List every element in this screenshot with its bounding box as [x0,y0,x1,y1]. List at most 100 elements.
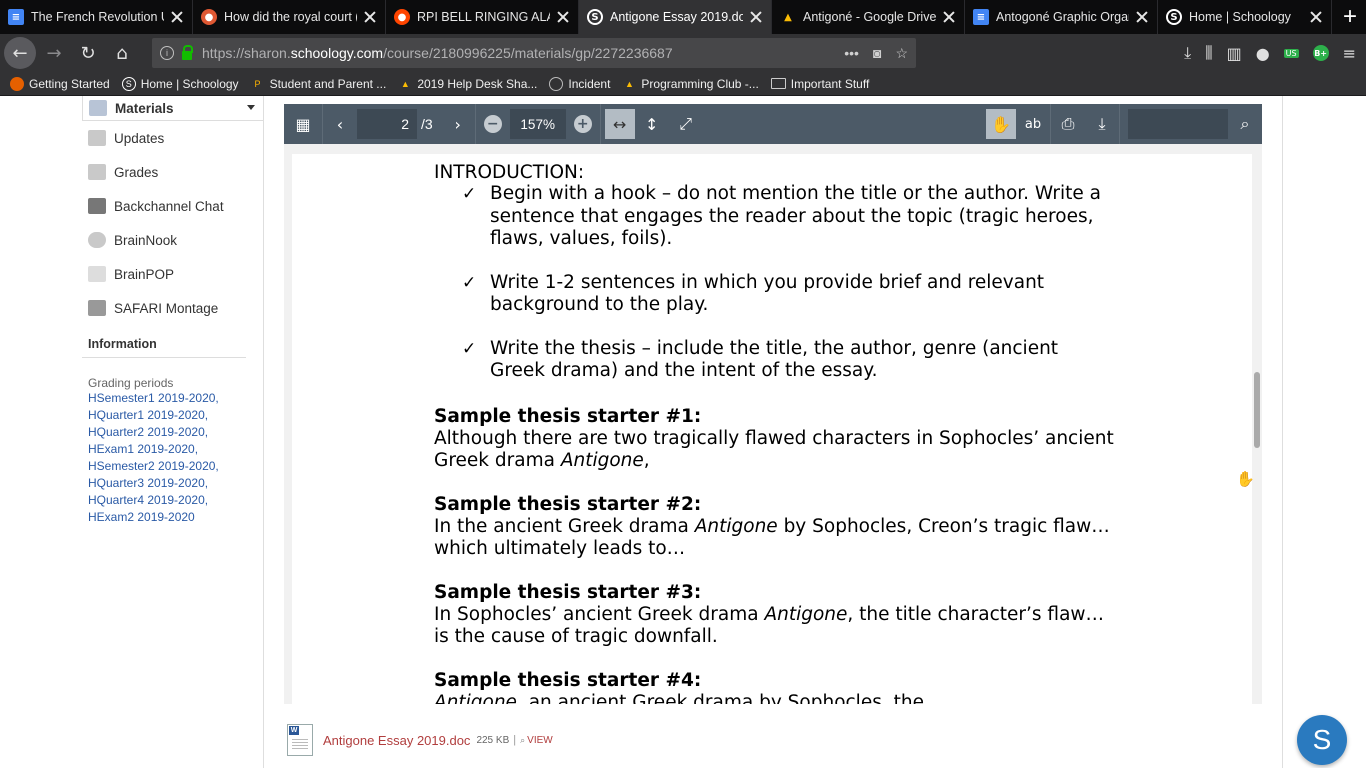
new-tab-button[interactable]: + [1334,0,1366,34]
browser-tab-active[interactable]: S Antigone Essay 2019.doc [579,0,772,34]
close-icon[interactable] [170,10,184,24]
checklist-item: ✓ Write 1-2 sentences in which you provid… [462,272,1112,317]
tab-title: Antigone Essay 2019.doc [610,10,743,24]
grading-period[interactable]: HSemester2 2019-2020, [88,458,264,475]
zoom-out-button[interactable]: − [483,115,502,133]
browser-tab[interactable]: ● RPI BELL RINGING ALAR [386,0,579,34]
fit-page-button[interactable]: ↕ [635,107,669,141]
url-actions: ••• ◙ ☆ [844,45,908,62]
document-search-input[interactable] [1128,109,1228,139]
hamburger-menu-icon[interactable]: ≡ [1343,44,1356,63]
reload-button[interactable]: ↻ [72,37,104,69]
tab-title: Home | Schoology [1189,10,1291,24]
grading-period[interactable]: HExam1 2019-2020, [88,441,264,458]
bookmark-item[interactable]: ▲ 2019 Help Desk Sha... [398,77,538,91]
library-icon[interactable]: ⫼ [1205,43,1212,63]
account-icon[interactable]: ● [1256,44,1270,63]
bookmark-folder[interactable]: Important Stuff [770,77,869,91]
site-info-icon[interactable]: i [160,46,174,60]
sidebar-item-brainnook[interactable]: BrainNook [82,223,264,257]
close-icon[interactable] [1135,10,1149,24]
grading-period[interactable]: HQuarter1 2019-2020, [88,407,264,424]
bookmark-item[interactable]: P Student and Parent ... [251,77,387,91]
addon-badge[interactable]: US [1283,48,1299,58]
fullscreen-button[interactable]: ⤢ [669,107,703,141]
duckduckgo-icon: ● [201,9,217,25]
parent-portal-icon: P [254,78,261,89]
document-viewport[interactable]: INTRODUCTION: ✓ Begin with a hook – do no… [284,144,1262,704]
checklist-text: Write the thesis – include the title, th… [490,337,1059,382]
home-icon: ⌂ [116,42,128,64]
sidebar-toggle-icon[interactable]: ▥ [1227,44,1242,63]
close-icon[interactable] [556,10,570,24]
bookmark-item[interactable]: ▲ Programming Club -... [622,77,759,91]
page-number-input[interactable]: 2 [357,109,417,139]
divider [1282,96,1283,768]
vertical-scrollbar[interactable] [1254,372,1260,448]
schoology-help-button[interactable]: S [1297,715,1347,765]
navigation-bar: ← → ↻ ⌂ i https://sharon. schoology.com/c… [0,34,1366,72]
thumbnails-button[interactable]: ▦ [284,107,322,141]
back-button[interactable]: ← [4,37,36,69]
browser-tab[interactable]: ≡ The French Revolution U [0,0,193,34]
chevron-right-icon: › [454,114,461,134]
section-heading: INTRODUCTION: [434,162,585,183]
fit-width-button[interactable]: ↔ [604,109,635,139]
bookmark-star-icon[interactable]: ☆ [895,45,908,62]
page-actions-menu[interactable]: ••• [844,45,859,62]
bookmark-item[interactable]: Getting Started [10,76,110,91]
next-page-button[interactable]: › [441,107,475,141]
print-button[interactable]: ⎙ [1051,107,1085,141]
zoom-in-button[interactable]: + [573,115,592,133]
close-icon[interactable] [363,10,377,24]
bookmark-item[interactable]: S Home | Schoology [121,76,239,91]
chat-icon [88,198,106,214]
previous-page-button[interactable]: ‹ [323,107,357,141]
reddit-icon: ● [394,9,410,25]
url-bar[interactable]: i https://sharon. schoology.com/course/21… [152,38,916,68]
grading-period[interactable]: HQuarter3 2019-2020, [88,475,264,492]
zoom-level[interactable]: 157% [509,109,566,139]
text-select-button[interactable]: ab [1016,107,1050,141]
sidebar-item-label: BrainPOP [114,266,175,282]
download-icon[interactable]: ⤓ [1184,43,1191,63]
browser-tab[interactable]: ● How did the royal court ( [193,0,386,34]
browser-tab[interactable]: S Home | Schoology [1158,0,1332,34]
pocket-icon[interactable]: ◙ [873,45,881,62]
close-icon[interactable] [942,10,956,24]
sample-text: In the ancient Greek drama Antigone by S… [434,516,1110,559]
view-link[interactable]: VIEW [527,735,553,746]
grid-icon: ▦ [295,114,311,134]
download-button[interactable]: ⤓ [1085,107,1119,141]
hand-tool-button[interactable]: ✋ [986,109,1016,139]
fit-width-icon: ↔ [612,114,627,134]
search-button[interactable]: ⌕ [1228,107,1262,141]
search-icon: ⌕ [1240,114,1250,133]
home-button[interactable]: ⌂ [106,37,138,69]
attachment-link[interactable]: Antigone Essay 2019.doc [323,733,470,748]
grading-periods-label: Grading periods [88,376,174,390]
sidebar-item-label: BrainNook [114,232,178,248]
bookmark-label: Home | Schoology [140,76,239,91]
close-icon[interactable] [1309,10,1323,24]
grading-period[interactable]: HQuarter4 2019-2020, [88,492,264,509]
divider [263,96,264,768]
sidebar-item-brainpop[interactable]: BrainPOP [82,257,264,291]
sidebar-item-updates[interactable]: Updates [82,121,264,155]
browser-tab[interactable]: ▲ Antigoné - Google Drive [772,0,965,34]
close-icon[interactable] [749,10,763,24]
sidebar-item-grades[interactable]: Grades [82,155,264,189]
forward-button[interactable]: → [38,37,70,69]
grading-period[interactable]: HExam2 2019-2020 [88,509,264,526]
browser-tab[interactable]: ≡ Antogoné Graphic Organi [965,0,1158,34]
sidebar-item-backchannel-chat[interactable]: Backchannel Chat [82,189,264,223]
sidebar-item-safari-montage[interactable]: SAFARI Montage [82,291,264,325]
grading-period[interactable]: HQuarter2 2019-2020, [88,424,264,441]
profile-badge[interactable]: B+ [1312,45,1329,61]
grading-period[interactable]: HSemester1 2019-2020, [88,390,264,407]
bookmark-item[interactable]: Incident [549,76,610,91]
tab-strip: ≡ The French Revolution U ● How did the … [0,0,1366,34]
google-drive-icon: ▲ [400,78,410,89]
sidebar-item-materials[interactable]: Materials [82,96,264,121]
checklist-item: ✓ Begin with a hook – do not mention the … [462,183,1112,251]
